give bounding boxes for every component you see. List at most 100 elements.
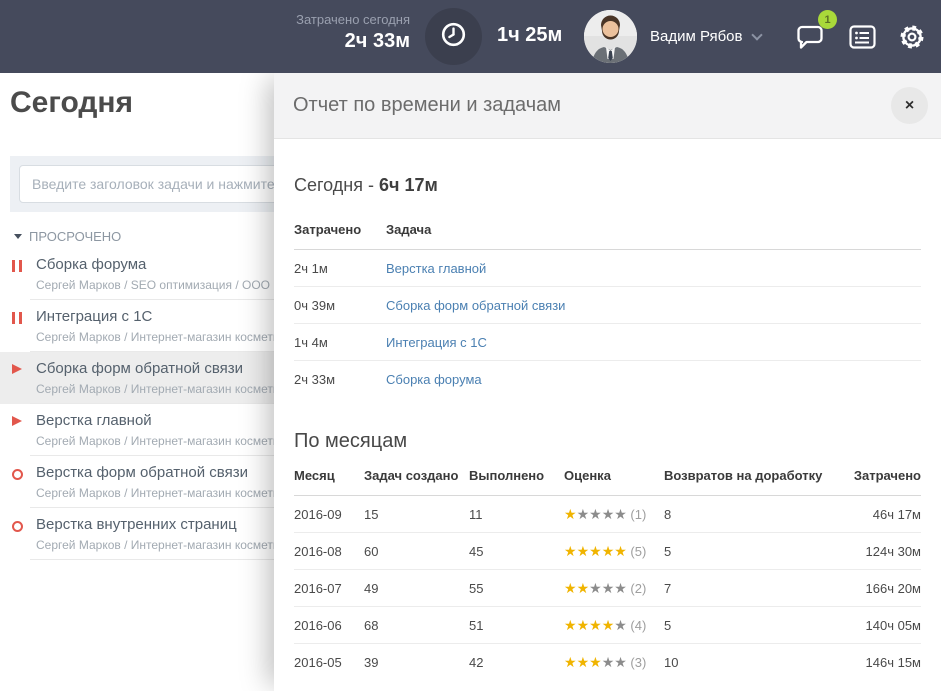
chevron-down-icon <box>751 29 762 40</box>
star-icon: ★ <box>589 543 602 559</box>
clock-icon <box>440 21 467 53</box>
timer-value: 1ч 25м <box>497 24 562 47</box>
triangle-down-icon <box>14 234 22 239</box>
user-menu[interactable]: Вадим Рябов <box>650 28 761 45</box>
today-row-task-link[interactable]: Интеграция с 1С <box>386 335 921 350</box>
today-table-body: 2ч 1м Верстка главной 0ч 39м Сборка форм… <box>294 250 921 398</box>
today-row-task-link[interactable]: Сборка форм обратной связи <box>386 298 921 313</box>
today-row-task-link[interactable]: Сборка форума <box>386 372 921 387</box>
monthly-table-header: Месяц Задач создано Выполнено Оценка Воз… <box>294 453 921 496</box>
timer-button[interactable] <box>425 8 482 65</box>
month-cell: 2016-07 <box>294 581 364 596</box>
done-cell: 51 <box>469 618 564 633</box>
star-icon: ★ <box>602 654 615 670</box>
today-row-time: 1ч 4м <box>294 335 386 350</box>
star-rating: ★★★★★ (4) <box>564 617 664 634</box>
spent-today: Затрачено сегодня 2ч 33м <box>296 12 410 53</box>
rating-count: (5) <box>627 544 647 559</box>
created-cell: 68 <box>364 618 469 633</box>
today-row-time: 0ч 39м <box>294 298 386 313</box>
close-icon: × <box>905 97 914 115</box>
col-month: Месяц <box>294 468 364 483</box>
star-rating: ★★★★★ (1) <box>564 506 664 523</box>
star-icon: ★ <box>589 506 602 522</box>
reports-button[interactable] <box>849 25 876 54</box>
report-modal: Отчет по времени и задачам × Сегодня - 6… <box>274 73 941 691</box>
spent-cell: 124ч 30м <box>839 544 921 559</box>
play-icon <box>12 364 22 374</box>
user-name: Вадим Рябов <box>650 28 743 45</box>
top-bar: Затрачено сегодня 2ч 33м 1ч 25м Вадим Ря… <box>0 0 941 73</box>
star-icon: ★ <box>589 654 602 670</box>
star-icon: ★ <box>614 543 627 559</box>
today-table-header: Затрачено Задача <box>294 214 921 250</box>
col-returns: Возвратов на доработку <box>664 468 839 483</box>
done-cell: 42 <box>469 655 564 670</box>
star-icon: ★ <box>577 506 590 522</box>
monthly-table-row: 2016-05 39 42 ★★★★★ (3) 10 146ч 15м <box>294 644 921 681</box>
rating-count: (2) <box>627 581 647 596</box>
rating-count: (3) <box>627 655 647 670</box>
month-cell: 2016-09 <box>294 507 364 522</box>
created-cell: 49 <box>364 581 469 596</box>
today-table: Затрачено Задача 2ч 1м Верстка главной 0… <box>294 214 921 398</box>
rating-count: (1) <box>627 507 647 522</box>
avatar[interactable] <box>584 10 637 63</box>
today-row-task-link[interactable]: Верстка главной <box>386 261 921 276</box>
created-cell: 39 <box>364 655 469 670</box>
monthly-table: Месяц Задач создано Выполнено Оценка Воз… <box>294 453 921 681</box>
star-icon: ★ <box>614 617 627 633</box>
page-title: Сегодня <box>10 86 133 120</box>
star-icon: ★ <box>602 617 615 633</box>
play-icon <box>12 416 22 426</box>
rating-count: (4) <box>627 618 647 633</box>
star-icon: ★ <box>602 543 615 559</box>
created-cell: 15 <box>364 507 469 522</box>
pause-icon <box>12 312 22 324</box>
section-overdue[interactable]: ПРОСРОЧЕНО <box>14 229 121 244</box>
month-cell: 2016-05 <box>294 655 364 670</box>
col-spent: Затрачено <box>839 468 921 483</box>
close-button[interactable]: × <box>891 87 928 124</box>
chat-button[interactable] <box>794 22 826 58</box>
today-row-time: 2ч 33м <box>294 372 386 387</box>
spent-today-value: 2ч 33м <box>296 30 410 53</box>
done-cell: 45 <box>469 544 564 559</box>
spent-cell: 140ч 05м <box>839 618 921 633</box>
returns-cell: 5 <box>664 618 839 633</box>
modal-body: Сегодня - 6ч 17м Затрачено Задача 2ч 1м … <box>274 175 941 681</box>
star-icon: ★ <box>564 580 577 596</box>
star-icon: ★ <box>577 654 590 670</box>
circle-icon <box>12 521 23 532</box>
monthly-heading: По месяцам <box>294 430 921 453</box>
col-task: Задача <box>386 222 921 237</box>
monthly-table-row: 2016-06 68 51 ★★★★★ (4) 5 140ч 05м <box>294 607 921 644</box>
monthly-table-row: 2016-08 60 45 ★★★★★ (5) 5 124ч 30м <box>294 533 921 570</box>
pause-icon <box>12 260 22 272</box>
done-cell: 11 <box>469 507 564 522</box>
returns-cell: 7 <box>664 581 839 596</box>
col-created: Задач создано <box>364 468 469 483</box>
monthly-table-row: 2016-07 49 55 ★★★★★ (2) 7 166ч 20м <box>294 570 921 607</box>
spent-today-label: Затрачено сегодня <box>296 12 410 27</box>
star-icon: ★ <box>614 506 627 522</box>
today-table-row: 0ч 39м Сборка форм обратной связи <box>294 287 921 324</box>
star-rating: ★★★★★ (5) <box>564 543 664 560</box>
col-rating: Оценка <box>564 468 664 483</box>
today-row-time: 2ч 1м <box>294 261 386 276</box>
star-icon: ★ <box>589 617 602 633</box>
star-icon: ★ <box>577 580 590 596</box>
month-cell: 2016-06 <box>294 618 364 633</box>
spent-cell: 146ч 15м <box>839 655 921 670</box>
star-icon: ★ <box>564 654 577 670</box>
returns-cell: 5 <box>664 544 839 559</box>
gear-icon <box>898 38 926 55</box>
settings-button[interactable] <box>898 23 926 56</box>
today-heading-value: 6ч 17м <box>379 175 438 195</box>
today-table-row: 2ч 1м Верстка главной <box>294 250 921 287</box>
star-rating: ★★★★★ (3) <box>564 654 664 671</box>
month-cell: 2016-08 <box>294 544 364 559</box>
created-cell: 60 <box>364 544 469 559</box>
star-icon: ★ <box>614 654 627 670</box>
star-rating: ★★★★★ (2) <box>564 580 664 597</box>
